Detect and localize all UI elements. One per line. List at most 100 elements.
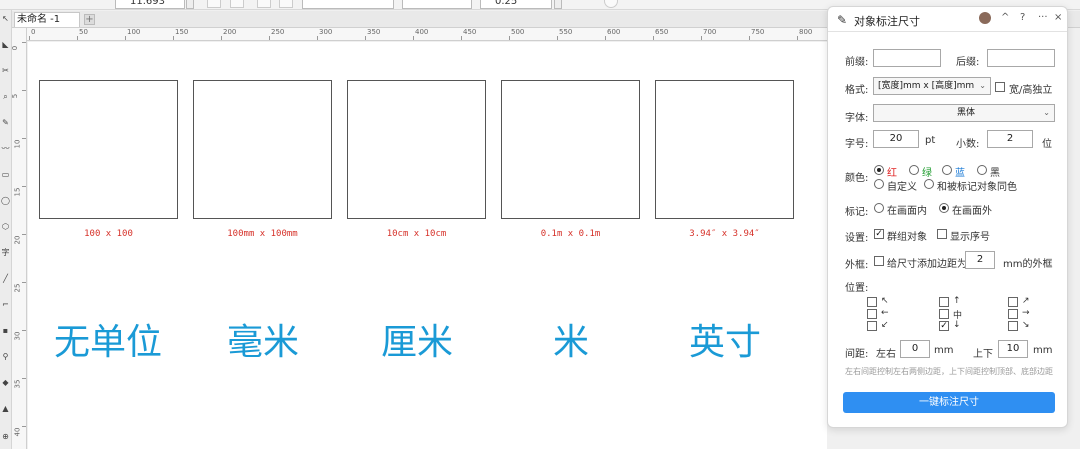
square-object[interactable] (39, 80, 178, 219)
dimension-label[interactable]: 0.1m x 0.1m (501, 229, 640, 239)
lr-label: 左右 (876, 349, 896, 360)
ruler-tick-label: 35 (13, 379, 22, 389)
independent-checkbox[interactable] (995, 82, 1005, 92)
ruler-tick-label: 0 (31, 28, 36, 36)
color-green-radio[interactable] (909, 165, 919, 175)
ruler-tick (29, 36, 30, 40)
square-object[interactable] (501, 80, 640, 219)
help-button[interactable]: ? (1020, 12, 1025, 23)
color-same-radio[interactable] (924, 179, 934, 189)
dimension-label[interactable]: 10cm x 10cm (347, 229, 486, 239)
size-field[interactable]: 11.693 " (115, 0, 185, 9)
outline-width-field[interactable]: 0.25 " (480, 0, 552, 9)
transform-button[interactable] (257, 0, 271, 8)
circle-icon[interactable] (604, 0, 618, 8)
ruler-tick-label: 400 (415, 28, 429, 36)
pick-tool-icon[interactable]: ↖ (1, 14, 10, 23)
frame-label: 外框: (845, 260, 869, 271)
position-top-left-checkbox[interactable] (867, 297, 877, 307)
position-top-checkbox[interactable] (939, 297, 949, 307)
square-object[interactable] (347, 80, 486, 219)
rectangle-tool-icon[interactable]: ▭ (1, 170, 10, 179)
collapse-button[interactable]: ^ (1001, 12, 1009, 23)
parallel-dimension-tool-icon[interactable]: ╱ (1, 274, 10, 283)
shape-tool-icon[interactable]: ◣ (1, 40, 10, 49)
dimension-label[interactable]: 3.94″ x 3.94″ (655, 229, 794, 239)
position-top-right-checkbox[interactable] (1008, 297, 1018, 307)
tb-input[interactable]: 10 (998, 340, 1028, 358)
connector-tool-icon[interactable]: ⌐ (1, 300, 10, 309)
ruler-tick (22, 234, 26, 235)
add-tab-icon[interactable]: + (84, 14, 95, 25)
position-left-checkbox[interactable] (867, 309, 877, 319)
decimal-label: 小数: (956, 139, 980, 150)
close-button[interactable]: × (1054, 12, 1062, 23)
outline-spinner[interactable] (554, 0, 562, 9)
avatar[interactable] (979, 12, 991, 24)
unit-caption[interactable]: 英寸 (645, 313, 805, 365)
position-right-checkbox[interactable] (1008, 309, 1018, 319)
drawing-canvas[interactable]: 100 x 100 100mm x 100mm 10cm x 10cm 0.1m… (28, 42, 827, 449)
ruler-tick-label: 50 (79, 28, 88, 36)
font-select[interactable]: 黑体 ⌄ (873, 104, 1055, 122)
mark-inside-radio[interactable] (874, 203, 884, 213)
shadow-tool-icon[interactable]: ▪ (1, 326, 10, 335)
frame-input[interactable]: 2 (965, 251, 995, 269)
unit-caption[interactable]: 米 (491, 313, 651, 365)
add-tool-icon[interactable]: ⊕ (1, 432, 10, 441)
color-blue-radio[interactable] (942, 165, 952, 175)
position-center-checkbox[interactable] (939, 309, 949, 319)
smart-fill-tool-icon[interactable]: ▲ (1, 404, 10, 413)
prefix-input[interactable] (873, 49, 941, 67)
ruler-tick (77, 36, 78, 40)
color-black-label: 黑 (990, 168, 1000, 179)
size-input[interactable]: 20 (873, 130, 919, 148)
unit-caption[interactable]: 毫米 (183, 313, 343, 365)
size-spinner[interactable] (186, 0, 194, 9)
text-tool-icon[interactable]: 字 (1, 248, 10, 257)
group-checkbox[interactable]: ✓ (874, 229, 884, 239)
position-bottom-right-checkbox[interactable] (1008, 321, 1018, 331)
more-button[interactable]: ··· (1038, 12, 1048, 23)
mark-outside-radio[interactable] (939, 203, 949, 213)
position-bottom-left-checkbox[interactable] (867, 321, 877, 331)
document-tab[interactable]: 未命名 -1 (14, 12, 80, 27)
auto-dimension-button[interactable]: 一键标注尺寸 (843, 392, 1055, 413)
ellipse-tool-icon[interactable]: ◯ (1, 196, 10, 205)
decimal-input[interactable]: 2 (987, 130, 1033, 148)
suffix-input[interactable] (987, 49, 1055, 67)
freehand-tool-icon[interactable]: ✎ (1, 118, 10, 127)
eyedropper-tool-icon[interactable]: ⚲ (1, 352, 10, 361)
prefix-label: 前缀: (845, 57, 869, 68)
lr-input[interactable]: 0 (900, 340, 930, 358)
unit-caption[interactable]: 无单位 (28, 313, 188, 365)
crop-tool-icon[interactable]: ✂ (1, 66, 10, 75)
fill-tool-icon[interactable]: ◆ (1, 378, 10, 387)
dimension-label[interactable]: 100 x 100 (39, 229, 178, 239)
frame-checkbox[interactable] (874, 256, 884, 266)
square-object[interactable] (655, 80, 794, 219)
artistic-tool-icon[interactable]: 〰 (1, 144, 10, 153)
color-black-radio[interactable] (977, 165, 987, 175)
lock-ratio-button[interactable] (207, 0, 221, 8)
color-red-radio[interactable] (874, 165, 884, 175)
arrow-down-left-icon: ↙ (881, 320, 889, 330)
format-select[interactable]: [宽度]mm x [高度]mm ⌄ (873, 77, 991, 95)
square-object[interactable] (193, 80, 332, 219)
ruler-tick (797, 36, 798, 40)
position-bottom-checkbox[interactable]: ✓ (939, 321, 949, 331)
field-2[interactable] (302, 0, 394, 9)
dimension-label[interactable]: 100mm x 100mm (193, 229, 332, 239)
unit-caption[interactable]: 厘米 (337, 313, 497, 365)
ruler-tick-label: 700 (703, 28, 717, 36)
vertical-ruler[interactable]: 0 5 10 15 20 25 30 35 40 (11, 28, 27, 449)
field-3[interactable] (402, 0, 472, 9)
mirror-button[interactable] (230, 0, 244, 8)
polygon-tool-icon[interactable]: ⬡ (1, 222, 10, 231)
color-custom-radio[interactable] (874, 179, 884, 189)
zoom-tool-icon[interactable]: ⌕ (1, 92, 10, 101)
seq-checkbox[interactable] (937, 229, 947, 239)
horizontal-ruler[interactable]: 0 50 100 150 200 250 300 350 400 450 500 550 600 650 7… (27, 28, 827, 41)
ruler-tick-label: 100 (127, 28, 141, 36)
align-button[interactable] (279, 0, 293, 8)
